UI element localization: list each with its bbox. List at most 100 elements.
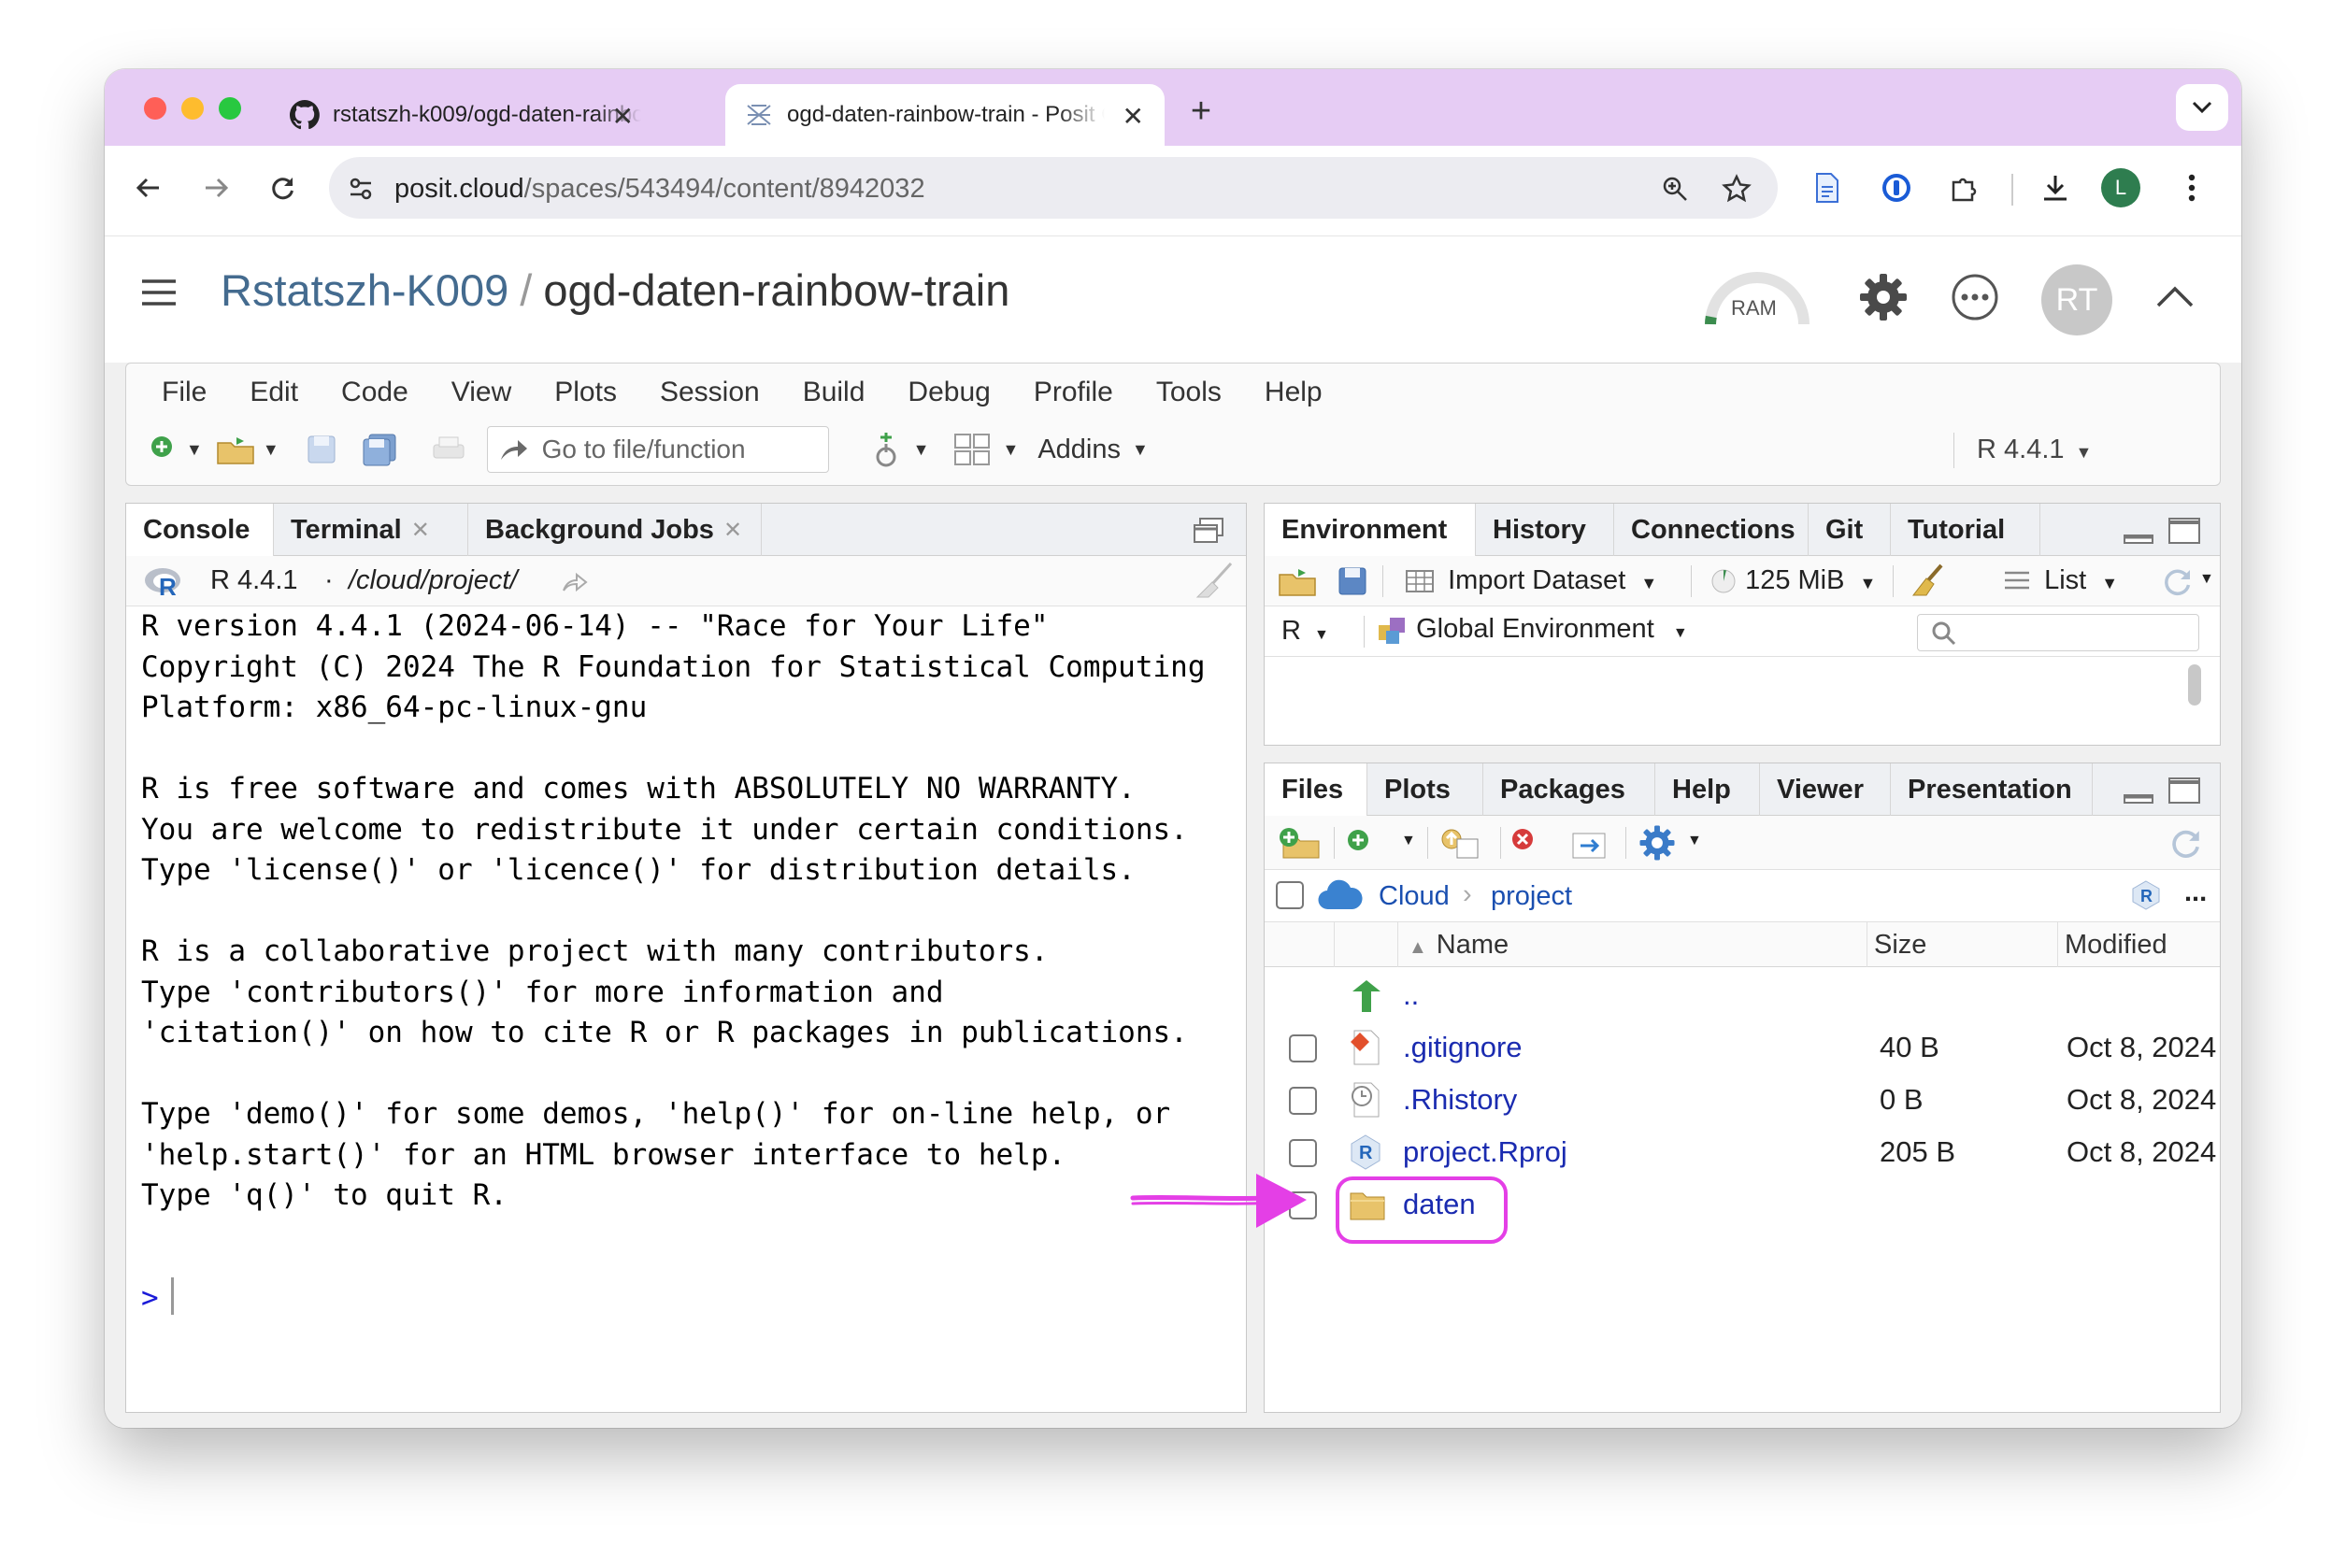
menu-plots[interactable]: Plots	[554, 377, 617, 408]
maximize-pane-icon[interactable]	[2167, 517, 2201, 545]
downloads-button[interactable]	[2034, 166, 2077, 209]
hamburger-menu-button[interactable]	[138, 274, 179, 311]
goto-wd-icon[interactable]	[562, 570, 590, 592]
restore-pane-icon[interactable]	[1192, 517, 1225, 545]
breadcrumb-project[interactable]: project	[1491, 881, 1572, 912]
file-row-parent[interactable]: ..	[1265, 971, 2220, 1023]
extension-doc-button[interactable]	[1806, 166, 1849, 209]
extensions-button[interactable]	[1942, 166, 1985, 209]
import-dataset-menu[interactable]: Import Dataset ▼	[1405, 565, 1657, 596]
addins-menu[interactable]: Addins	[1037, 435, 1121, 465]
refresh-icon[interactable]	[2162, 565, 2194, 597]
file-checkbox[interactable]	[1289, 1034, 1317, 1062]
tab-history[interactable]: History	[1476, 504, 1614, 556]
knit-icon[interactable]	[872, 431, 900, 468]
new-tab-button[interactable]: +	[1178, 88, 1224, 135]
file-name[interactable]: .gitignore	[1403, 1031, 1523, 1064]
save-workspace-icon[interactable]	[1338, 566, 1367, 596]
tab-plots[interactable]: Plots	[1367, 763, 1483, 816]
cloud-icon[interactable]	[1317, 879, 1364, 911]
new-file-dropdown-icon[interactable]: ▼	[186, 440, 203, 460]
gear-icon[interactable]	[1638, 824, 1676, 862]
tab-search-button[interactable]	[2176, 84, 2228, 131]
pane-layout-icon[interactable]	[953, 433, 991, 466]
site-info-icon[interactable]	[344, 172, 378, 206]
tab-connections[interactable]: Connections	[1614, 504, 1809, 556]
more-options-button[interactable]: ...	[2184, 877, 2207, 908]
broom-icon[interactable]	[1910, 563, 1947, 597]
console-input-cursor[interactable]	[171, 1277, 174, 1315]
more-options-button[interactable]	[1948, 270, 2002, 324]
rename-icon[interactable]	[1567, 826, 1609, 860]
upload-icon[interactable]	[1438, 826, 1481, 860]
tab-environment[interactable]: Environment	[1265, 504, 1476, 557]
open-dropdown-icon[interactable]: ▼	[263, 440, 279, 460]
menu-code[interactable]: Code	[341, 377, 408, 408]
menu-file[interactable]: File	[162, 377, 207, 408]
tab-background-jobs[interactable]: Background Jobs ✕	[468, 504, 762, 556]
addins-dropdown-icon[interactable]: ▼	[1132, 440, 1149, 460]
refresh-icon[interactable]	[2169, 826, 2203, 860]
close-tab-icon[interactable]: ✕	[411, 517, 430, 544]
forward-button[interactable]	[193, 164, 239, 211]
delete-icon[interactable]	[1509, 826, 1541, 858]
menu-debug[interactable]: Debug	[908, 377, 990, 408]
save-all-icon[interactable]	[362, 433, 399, 466]
print-icon[interactable]	[431, 434, 466, 465]
close-tab-icon[interactable]: ✕	[1123, 101, 1144, 132]
tab-git[interactable]: Git	[1809, 504, 1891, 556]
working-directory[interactable]: /cloud/project/	[349, 565, 518, 596]
ram-gauge[interactable]: RAM	[1703, 270, 1811, 326]
file-name[interactable]: project.Rproj	[1403, 1135, 1567, 1169]
tab-viewer[interactable]: Viewer	[1760, 763, 1891, 816]
goto-file-input[interactable]: Go to file/function	[486, 426, 829, 473]
file-checkbox[interactable]	[1289, 1087, 1317, 1115]
minimize-window-button[interactable]	[181, 97, 204, 120]
minimize-pane-icon[interactable]	[2123, 778, 2154, 806]
file-row[interactable]: .Rhistory 0 B Oct 8, 2024	[1265, 1076, 2220, 1128]
menu-profile[interactable]: Profile	[1034, 377, 1113, 408]
r-version-menu[interactable]: R 4.4.1 ▼	[1977, 435, 2092, 465]
file-row[interactable]: .gitignore 40 B Oct 8, 2024	[1265, 1023, 2220, 1076]
save-icon[interactable]	[306, 434, 337, 465]
url-text[interactable]: posit.cloud/spaces/543494/content/894203…	[394, 174, 925, 205]
menu-view[interactable]: View	[451, 377, 511, 408]
zoom-button[interactable]	[1656, 170, 1694, 207]
environment-search-input[interactable]	[1917, 614, 2199, 651]
close-tab-icon[interactable]: ✕	[723, 517, 742, 544]
new-blank-file-icon[interactable]	[1345, 827, 1377, 859]
settings-button[interactable]	[1856, 270, 1910, 324]
open-folder-icon[interactable]	[216, 434, 259, 465]
refresh-dropdown-icon[interactable]: ▼	[2199, 571, 2214, 588]
file-row[interactable]: R project.Rproj 205 B Oct 8, 2024	[1265, 1128, 2220, 1180]
new-folder-icon[interactable]	[1278, 826, 1321, 860]
file-name[interactable]: .Rhistory	[1403, 1083, 1517, 1117]
collapse-header-button[interactable]	[2152, 278, 2198, 315]
column-modified[interactable]: Modified	[2065, 930, 2167, 961]
language-menu[interactable]: R ▼	[1281, 616, 1329, 647]
layout-dropdown-icon[interactable]: ▼	[1002, 440, 1019, 460]
new-file-icon[interactable]	[149, 434, 180, 465]
menu-build[interactable]: Build	[803, 377, 865, 408]
minimize-pane-icon[interactable]	[2123, 519, 2154, 547]
knit-dropdown-icon[interactable]: ▼	[913, 440, 930, 460]
browser-tab-github[interactable]: rstatszh-k009/ogd-daten-rainbow-train ✕	[271, 84, 654, 146]
tab-files[interactable]: Files	[1265, 763, 1367, 817]
tab-tutorial[interactable]: Tutorial	[1891, 504, 2040, 556]
menu-edit[interactable]: Edit	[250, 377, 298, 408]
space-link[interactable]: Rstatszh-K009	[221, 265, 508, 315]
menu-session[interactable]: Session	[660, 377, 760, 408]
column-size[interactable]: Size	[1874, 930, 1926, 961]
breadcrumb-cloud[interactable]: Cloud	[1379, 881, 1450, 912]
browser-tab-posit[interactable]: ogd-daten-rainbow-train - Posit Cloud ✕	[725, 84, 1165, 146]
tab-console[interactable]: Console	[126, 504, 274, 557]
tab-help[interactable]: Help	[1655, 763, 1760, 816]
view-mode-menu[interactable]: List ▼	[2003, 565, 2118, 596]
rproj-badge-icon[interactable]: R	[2130, 879, 2162, 911]
browser-menu-button[interactable]	[2170, 166, 2213, 209]
environment-scope-menu[interactable]: Global Environment ▼	[1377, 614, 1688, 646]
close-window-button[interactable]	[144, 97, 166, 120]
column-name[interactable]: ▲ Name	[1409, 930, 1509, 961]
menu-tools[interactable]: Tools	[1156, 377, 1222, 408]
back-button[interactable]	[125, 164, 172, 211]
